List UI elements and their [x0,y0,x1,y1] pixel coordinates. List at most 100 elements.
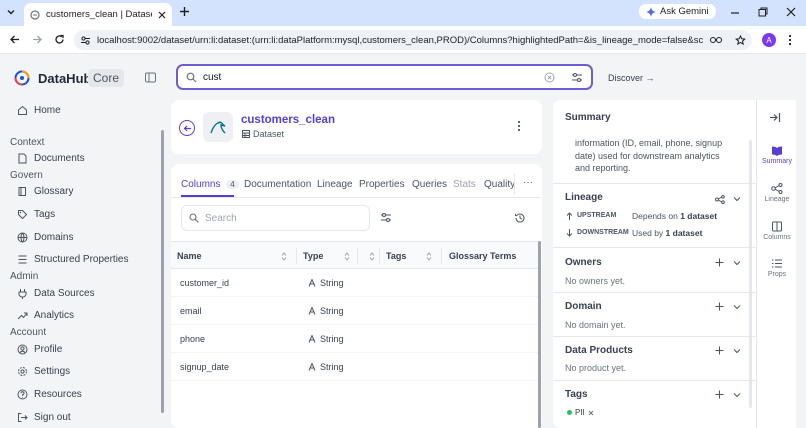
chevron-down-icon[interactable] [733,304,741,310]
sidebar-item-label: Analytics [34,310,75,321]
chevron-down-icon[interactable] [733,260,741,266]
divider [553,292,756,293]
discover-link[interactable]: Discover → [608,73,655,83]
rightnav-summary[interactable]: Summary [757,145,797,165]
tab-quality[interactable]: Quality [484,179,515,190]
section-admin: Admin [10,271,39,282]
forward-icon[interactable] [32,34,43,45]
collapse-sidebar-icon[interactable] [145,72,156,83]
sidebar-item-label: Domains [34,232,74,243]
ask-gemini-button[interactable]: Ask Gemini [639,4,716,19]
rightnav-lineage[interactable]: Lineage [757,183,797,203]
add-data-product-plus-icon[interactable] [715,346,724,355]
reload-icon[interactable] [54,34,65,45]
column-header-tags[interactable]: Tags [386,242,406,270]
new-tab-icon[interactable] [179,6,190,17]
profile-avatar[interactable]: A [762,33,776,47]
address-bar[interactable]: localhost:9002/dataset/urn:li:dataset:(u… [74,30,752,50]
sidebar-item-settings[interactable]: Settings [17,366,70,377]
column-name: phone [180,334,206,344]
add-domain-plus-icon[interactable] [715,302,724,311]
table-row[interactable]: phone String [171,325,541,353]
table-row[interactable]: email String [171,297,541,325]
tab-lineage[interactable]: Lineage [317,179,353,190]
sidebar-item-documents[interactable]: Documents [17,153,85,164]
upstream-count-link[interactable]: 1 dataset [680,211,717,221]
sort-icon[interactable] [281,252,287,261]
filter-sliders-icon[interactable] [571,72,583,83]
clear-search-icon[interactable] [544,72,555,83]
close-tab-icon[interactable] [158,11,166,19]
column-header-name[interactable]: Name [177,242,202,270]
gemini-sparkle-icon [646,6,656,17]
sidebar-item-analytics[interactable]: Analytics [17,310,74,321]
tab-columns[interactable]: Columns 4 [181,179,239,190]
column-filter-icon[interactable] [380,212,392,223]
tab-properties[interactable]: Properties [359,179,405,190]
sidebar-item-tags[interactable]: Tags [17,209,55,220]
rightnav-columns[interactable]: Columns [757,221,797,241]
history-icon[interactable] [514,212,526,224]
sidebar-item-glossary[interactable]: Glossary [17,186,73,197]
tab-list-chevron-icon[interactable] [6,7,16,17]
downstream-count-link[interactable]: 1 dataset [666,228,703,238]
owners-title: Owners [565,257,602,268]
mysql-logo-icon [203,112,233,142]
column-search-input[interactable]: Search [181,205,370,231]
entity-more-icon[interactable] [517,120,521,132]
restore-icon[interactable] [758,7,768,17]
tab-more-button[interactable]: ··· [523,177,533,188]
table-row[interactable]: customer_id String [171,269,541,297]
global-search-bar[interactable]: cust [176,64,593,90]
sidebar-item-label: Structured Properties [34,254,129,265]
chevron-down-icon[interactable] [733,196,741,202]
browser-tab[interactable]: customers_clean | Dataset [24,3,172,26]
sort-icon[interactable] [344,252,350,261]
minimize-icon[interactable] [730,8,740,18]
back-icon[interactable] [9,34,20,45]
rightnav-props[interactable]: Props [757,258,797,278]
column-type-label: String [320,278,344,288]
tab-stats[interactable]: Stats [453,179,476,190]
tag-chip[interactable]: PII [567,408,594,417]
site-info-icon[interactable] [80,35,91,46]
table-row[interactable]: signup_date String [171,353,541,381]
arrow-up-icon [566,212,573,220]
entity-type: Dataset [253,129,285,139]
chevron-down-icon[interactable] [733,392,741,398]
sort-icon[interactable] [426,252,432,261]
add-tag-plus-icon[interactable] [715,390,724,399]
sidebar-item-domains[interactable]: Domains [17,232,73,243]
chevron-down-icon[interactable] [733,348,741,354]
back-arrow-icon[interactable] [179,120,195,136]
tab-queries[interactable]: Queries [412,179,447,190]
sidebar-item-sign-out[interactable]: Sign out [17,412,71,423]
lineage-graph-icon[interactable] [715,195,725,204]
bookmark-star-icon[interactable] [735,34,746,46]
sidebar-item-label: Data Sources [34,288,95,299]
downstream-summary: Used by 1 dataset [632,228,702,238]
collapse-panel-icon[interactable] [769,112,781,123]
sidebar-item-structured-properties[interactable]: Structured Properties [17,254,129,265]
sidebar-scrollbar[interactable] [161,130,164,413]
search-input[interactable]: cust [203,72,538,83]
column-header-glossary[interactable]: Glossary Terms [449,242,516,270]
remove-tag-icon[interactable] [588,410,594,416]
sort-icon[interactable] [369,252,375,261]
password-key-icon[interactable] [709,35,723,45]
data-products-empty: No product yet. [565,363,627,373]
sidebar-item-resources[interactable]: Resources [17,389,82,400]
table-scrollbar[interactable] [538,241,541,428]
divider [553,183,756,184]
column-separator [441,248,442,264]
tab-documentation[interactable]: Documentation [244,179,311,190]
sidebar-item-home[interactable]: Home [17,105,61,116]
sidebar-item-data-sources[interactable]: Data Sources [17,288,95,299]
summary-scrollbar[interactable] [749,140,752,408]
browser-menu-icon[interactable] [788,34,792,46]
entity-name: customers_clean [241,114,335,126]
column-header-type[interactable]: Type [303,242,323,270]
add-owner-plus-icon[interactable] [715,258,724,267]
close-window-icon[interactable] [786,7,796,17]
sidebar-item-profile[interactable]: Profile [17,344,62,355]
